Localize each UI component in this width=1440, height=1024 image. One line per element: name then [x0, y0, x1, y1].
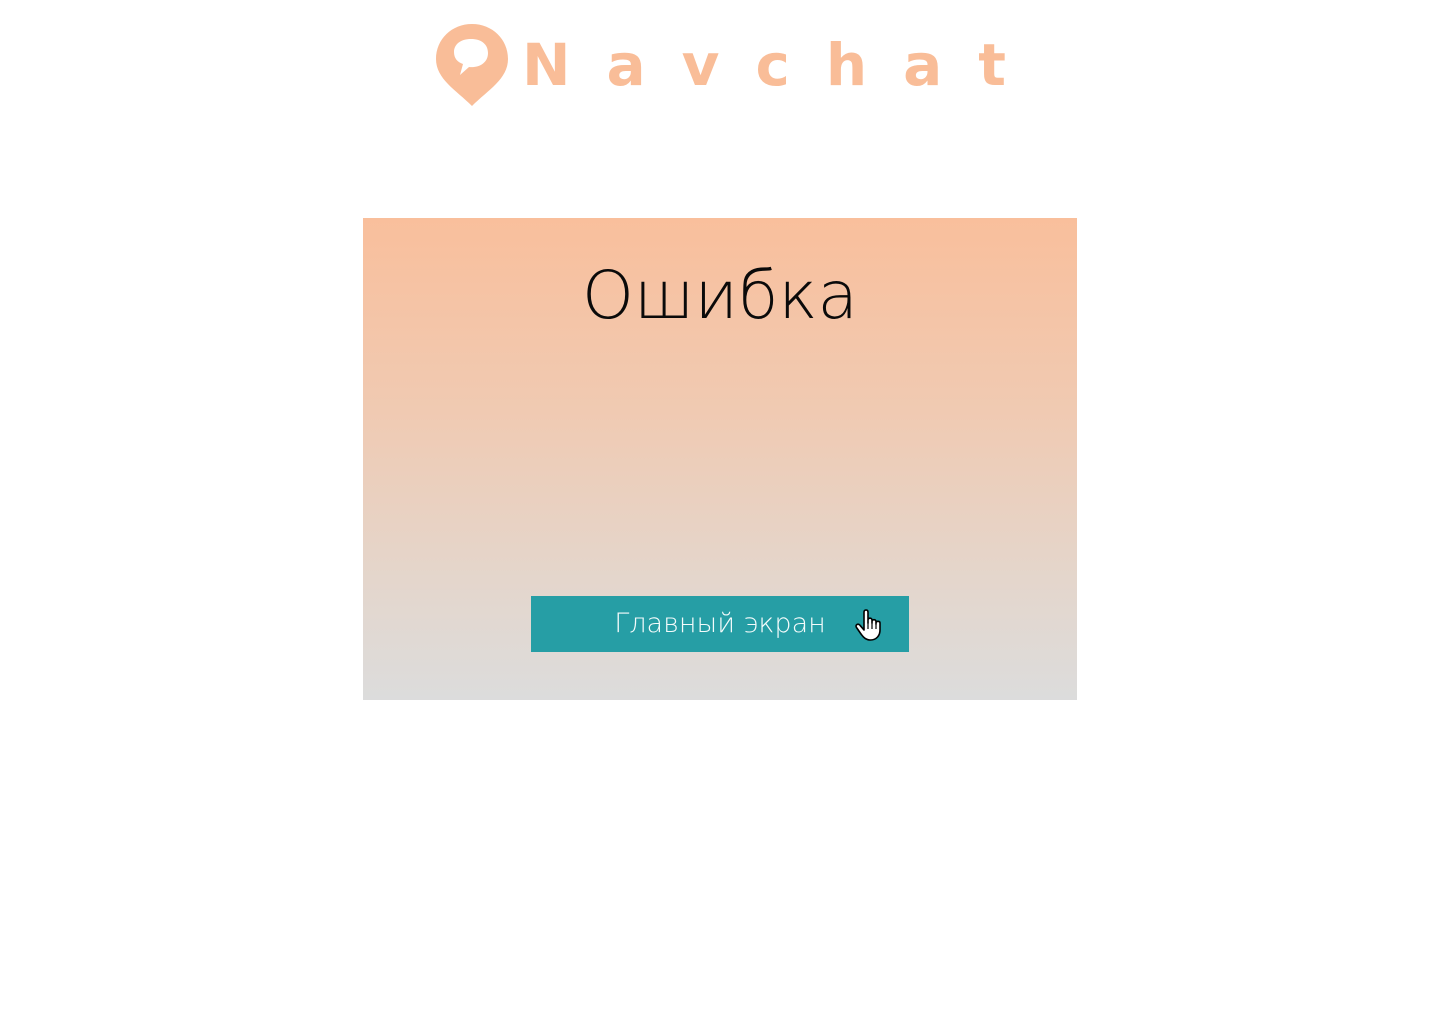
brand-name: Navchat [521, 31, 1043, 99]
chat-pin-icon [435, 24, 508, 106]
hand-pointer-icon [855, 609, 881, 641]
navchat-logo[interactable]: Navchat [434, 22, 1006, 108]
error-card: Ошибка Главный экран [363, 218, 1077, 700]
error-title: Ошибка [582, 257, 858, 334]
header: Navchat [0, 20, 1440, 110]
